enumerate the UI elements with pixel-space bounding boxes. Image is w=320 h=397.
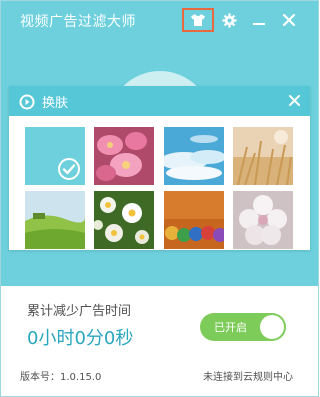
skin-thumb-golden-grass[interactable]: [233, 127, 293, 185]
version-text: 版本号：1.0.15.0: [20, 372, 102, 383]
daisies-image: [94, 191, 154, 249]
close-icon: [283, 14, 295, 26]
check-icon: [58, 158, 80, 180]
gear-icon: [221, 12, 237, 28]
skin-grid: [25, 127, 294, 249]
saved-time-value: 0小时0分0秒: [27, 328, 134, 349]
skin-thumb-pink-flowers[interactable]: [94, 127, 154, 185]
skin-button[interactable]: [182, 8, 214, 32]
blossom-image: [233, 191, 293, 249]
filter-toggle[interactable]: 已开启: [200, 313, 286, 341]
saved-time-label: 累计减少广告时间: [27, 304, 132, 319]
toggle-label: 已开启: [214, 321, 247, 334]
app-title: 视频广告过滤大师: [20, 14, 136, 30]
skin-thumb-default-teal[interactable]: [25, 127, 85, 185]
minimize-button[interactable]: [244, 8, 274, 32]
skin-thumb-green-field[interactable]: [25, 191, 85, 249]
skin-thumb-white-daisies[interactable]: [94, 191, 154, 249]
toggle-knob: [260, 315, 284, 339]
close-icon: [288, 94, 300, 106]
skin-panel-title: 换肤: [42, 96, 69, 111]
pink-flowers-image: [94, 127, 154, 185]
pencils-image: [164, 191, 224, 249]
skin-panel-close-button[interactable]: [284, 90, 304, 110]
settings-button[interactable]: [214, 8, 244, 32]
refresh-icon: [19, 94, 35, 109]
skin-thumb-blue-sky[interactable]: [164, 127, 224, 185]
minimize-icon: [253, 23, 265, 25]
title-bar-controls: [182, 7, 304, 33]
sky-clouds-image: [164, 127, 224, 185]
close-button[interactable]: [274, 8, 304, 32]
golden-grass-image: [233, 127, 293, 185]
skin-panel-header: 换肤: [9, 86, 310, 116]
green-field-image: [25, 191, 85, 249]
footer: 累计减少广告时间 0小时0分0秒 已开启 版本号：1.0.15.0 未连接到云规…: [1, 286, 318, 396]
tshirt-icon: [191, 14, 205, 26]
skin-panel: 换肤: [9, 86, 310, 250]
skin-thumb-colored-pencils[interactable]: [164, 191, 224, 249]
app-window: 视频广告过滤大师 换肤 累计减少广告时间 0小时0分0秒 已开启 版本号：1.0…: [0, 0, 319, 397]
cloud-status-text[interactable]: 未连接到云规则中心: [203, 368, 293, 383]
skin-thumb-white-blossom[interactable]: [233, 191, 293, 249]
